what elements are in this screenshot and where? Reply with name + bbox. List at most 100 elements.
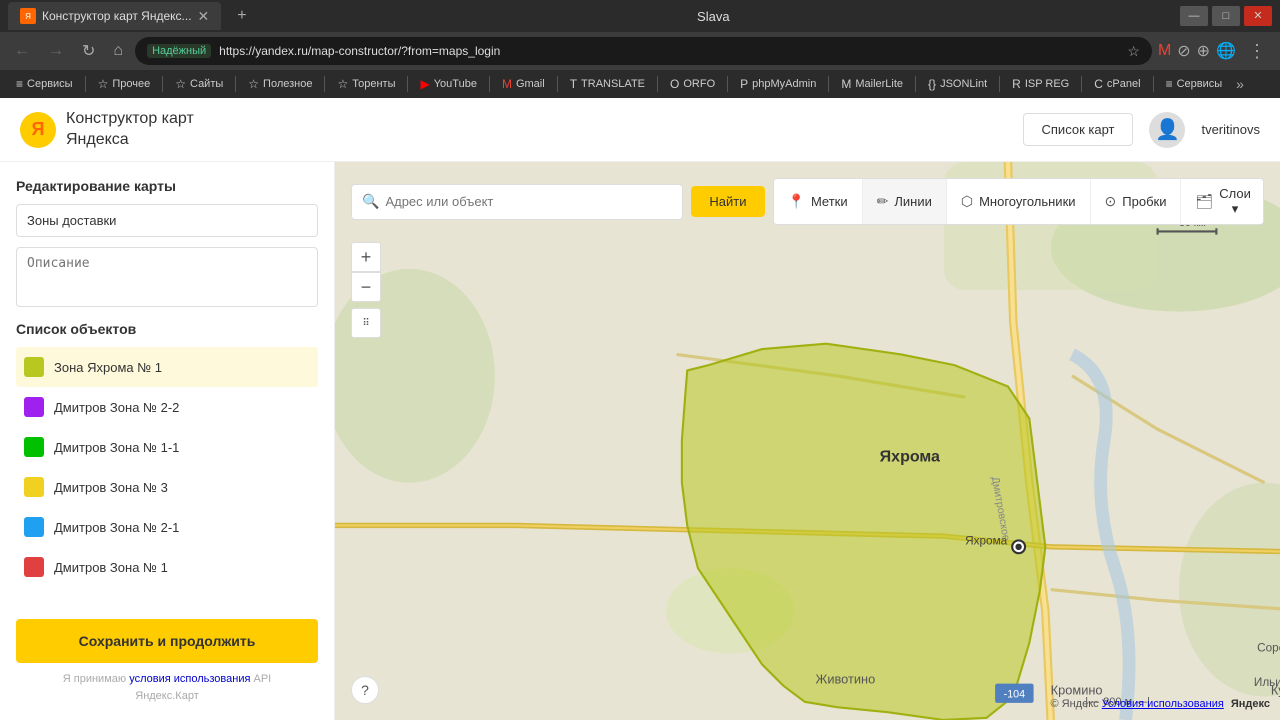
bookmark-cpanel[interactable]: C cPanel: [1086, 75, 1148, 93]
save-button[interactable]: Сохранить и продолжить: [16, 619, 318, 663]
bookmark-sep-11: [915, 76, 916, 92]
home-button[interactable]: ⌂: [107, 40, 129, 62]
bookmark-sep-2: [162, 76, 163, 92]
close-button[interactable]: ✕: [1244, 6, 1272, 26]
bookmarks-more-button[interactable]: »: [1232, 76, 1248, 92]
pan-icon: ⠿: [362, 318, 369, 329]
objects-list-title: Список объектов: [16, 321, 318, 337]
object-item-5[interactable]: Дмитров Зона № 2-1: [16, 507, 318, 547]
new-tab-button[interactable]: +: [229, 3, 254, 29]
bookmark-youtube[interactable]: ▶ YouTube: [412, 75, 484, 93]
bookmark-servisy2-label: Сервисы: [1177, 78, 1223, 90]
extension2-icon[interactable]: ⊕: [1197, 41, 1210, 61]
bookmark-sep-9: [727, 76, 728, 92]
polygons-label: Многоугольники: [979, 194, 1075, 209]
url-text: https://yandex.ru/map-constructor/?from=…: [219, 44, 1119, 58]
globe-icon[interactable]: 🌐: [1216, 41, 1236, 61]
tool-lines-button[interactable]: ✏ Линии: [863, 179, 947, 224]
bookmark-translate[interactable]: T TRANSLATE: [562, 75, 653, 93]
toolbar-icons: M ⊘ ⊕ 🌐: [1158, 41, 1236, 61]
titlebar-user: Slava: [697, 9, 730, 24]
bookmark-prochee[interactable]: ☆ Прочее: [90, 75, 159, 93]
gmail-icon[interactable]: M: [1158, 42, 1171, 60]
address-icons: ☆: [1127, 43, 1140, 60]
mailerlite-icon: M: [841, 77, 851, 91]
tool-traffic-button[interactable]: ⊙ Пробки: [1091, 179, 1182, 224]
pan-tool-button[interactable]: ⠿: [351, 308, 381, 338]
minimize-button[interactable]: —: [1180, 6, 1208, 26]
traffic-icon: ⊙: [1105, 193, 1117, 210]
bookmark-mailerlite[interactable]: M MailerLite: [833, 75, 911, 93]
bookmark-gmail[interactable]: M Gmail: [494, 75, 553, 93]
help-button[interactable]: ?: [351, 676, 379, 704]
sayty-icon: ☆: [175, 77, 186, 91]
bookmarks-bar: ≡ Сервисы ☆ Прочее ☆ Сайты ☆ Полезное ☆ …: [0, 70, 1280, 98]
bookmark-orfo[interactable]: O ORFO: [662, 75, 723, 93]
search-input[interactable]: [385, 194, 672, 209]
object-name-1: Зона Яхрома № 1: [54, 360, 162, 375]
bookmark-servisy1-label: Сервисы: [27, 78, 73, 90]
terms-of-use-link[interactable]: Условия использования: [1102, 698, 1224, 710]
object-name-4: Дмитров Зона № 3: [54, 480, 168, 495]
bookmark-servisy2[interactable]: ≡ Сервисы: [1158, 75, 1231, 93]
bookmark-sep-1: [85, 76, 86, 92]
map-area[interactable]: -104 80 км Яхрома Яхрома Животино Парк Я…: [335, 162, 1280, 720]
object-name-5: Дмитров Зона № 2-1: [54, 520, 179, 535]
tool-polygons-button[interactable]: ⬡ Многоугольники: [947, 179, 1091, 224]
bookmark-sep-12: [999, 76, 1000, 92]
extension-icon[interactable]: ⊘: [1177, 41, 1190, 61]
reload-button[interactable]: ↻: [76, 39, 101, 63]
address-box[interactable]: Надёжный https://yandex.ru/map-construct…: [135, 37, 1152, 65]
yandex-logo-icon: Я: [20, 112, 56, 148]
map-name-input[interactable]: [16, 204, 318, 237]
tool-layers-button[interactable]: 🗂 Слои ▾: [1181, 179, 1264, 224]
phpmyadmin-icon: P: [740, 77, 748, 91]
forward-button[interactable]: →: [42, 40, 70, 62]
bookmark-poleznoe[interactable]: ☆ Полезное: [240, 75, 320, 93]
maximize-button[interactable]: □: [1212, 6, 1240, 26]
object-item-4[interactable]: Дмитров Зона № 3: [16, 467, 318, 507]
servisy2-icon: ≡: [1166, 77, 1173, 91]
bookmark-servisy1[interactable]: ≡ Сервисы: [8, 75, 81, 93]
sidebar: Редактирование карты Список объектов Зон…: [0, 162, 335, 720]
terms-link[interactable]: условия использования: [129, 673, 250, 685]
bookmark-phpmyadmin-label: phpMyAdmin: [752, 78, 816, 90]
tool-marks-button[interactable]: 📍 Метки: [774, 179, 863, 224]
search-box[interactable]: 🔍: [351, 184, 683, 220]
bookmark-phpmyadmin[interactable]: P phpMyAdmin: [732, 75, 824, 93]
tab-close-icon[interactable]: ✕: [198, 8, 210, 25]
browser-menu-button[interactable]: ⋮: [1242, 39, 1272, 64]
translate-icon: T: [570, 77, 577, 91]
bookmark-poleznoe-label: Полезное: [263, 78, 312, 90]
star-icon[interactable]: ☆: [1127, 43, 1140, 60]
zoom-controls: + −: [351, 242, 381, 302]
bookmark-sep-10: [828, 76, 829, 92]
addressbar: ← → ↻ ⌂ Надёжный https://yandex.ru/map-c…: [0, 32, 1280, 70]
find-button[interactable]: Найти: [691, 186, 764, 217]
bookmark-mailerlite-label: MailerLite: [855, 78, 903, 90]
bookmark-sayty[interactable]: ☆ Сайты: [167, 75, 231, 93]
app-header: Я Конструктор карт Яндекса Список карт 👤…: [0, 98, 1280, 162]
object-color-1: [24, 357, 44, 377]
bookmark-torenty[interactable]: ☆ Торенты: [329, 75, 403, 93]
back-button[interactable]: ←: [8, 40, 36, 62]
user-avatar: 👤: [1149, 112, 1185, 148]
map-description-input[interactable]: [16, 247, 318, 307]
cpanel-icon: C: [1094, 77, 1103, 91]
svg-text:Ильинское: Ильинское: [1254, 676, 1280, 689]
object-item-3[interactable]: Дмитров Зона № 1-1: [16, 427, 318, 467]
browser-tab[interactable]: Я Конструктор карт Яндекс... ✕: [8, 2, 221, 30]
bookmark-jsonlint[interactable]: {} JSONLint: [920, 75, 995, 93]
svg-text:Животино: Животино: [816, 672, 876, 687]
bookmark-sep-3: [235, 76, 236, 92]
bookmark-ispreg[interactable]: R ISP REG: [1004, 75, 1077, 93]
zoom-in-button[interactable]: +: [351, 242, 381, 272]
map-list-button[interactable]: Список карт: [1023, 113, 1134, 146]
object-item-6[interactable]: Дмитров Зона № 1: [16, 547, 318, 587]
terms-text: Я принимаю условия использования APIЯнде…: [16, 671, 318, 704]
object-item-1[interactable]: Зона Яхрома № 1: [16, 347, 318, 387]
yandex-copyright: © Яндекс: [1050, 698, 1101, 710]
zoom-out-button[interactable]: −: [351, 272, 381, 302]
servisy1-icon: ≡: [16, 77, 23, 91]
object-item-2[interactable]: Дмитров Зона № 2-2: [16, 387, 318, 427]
